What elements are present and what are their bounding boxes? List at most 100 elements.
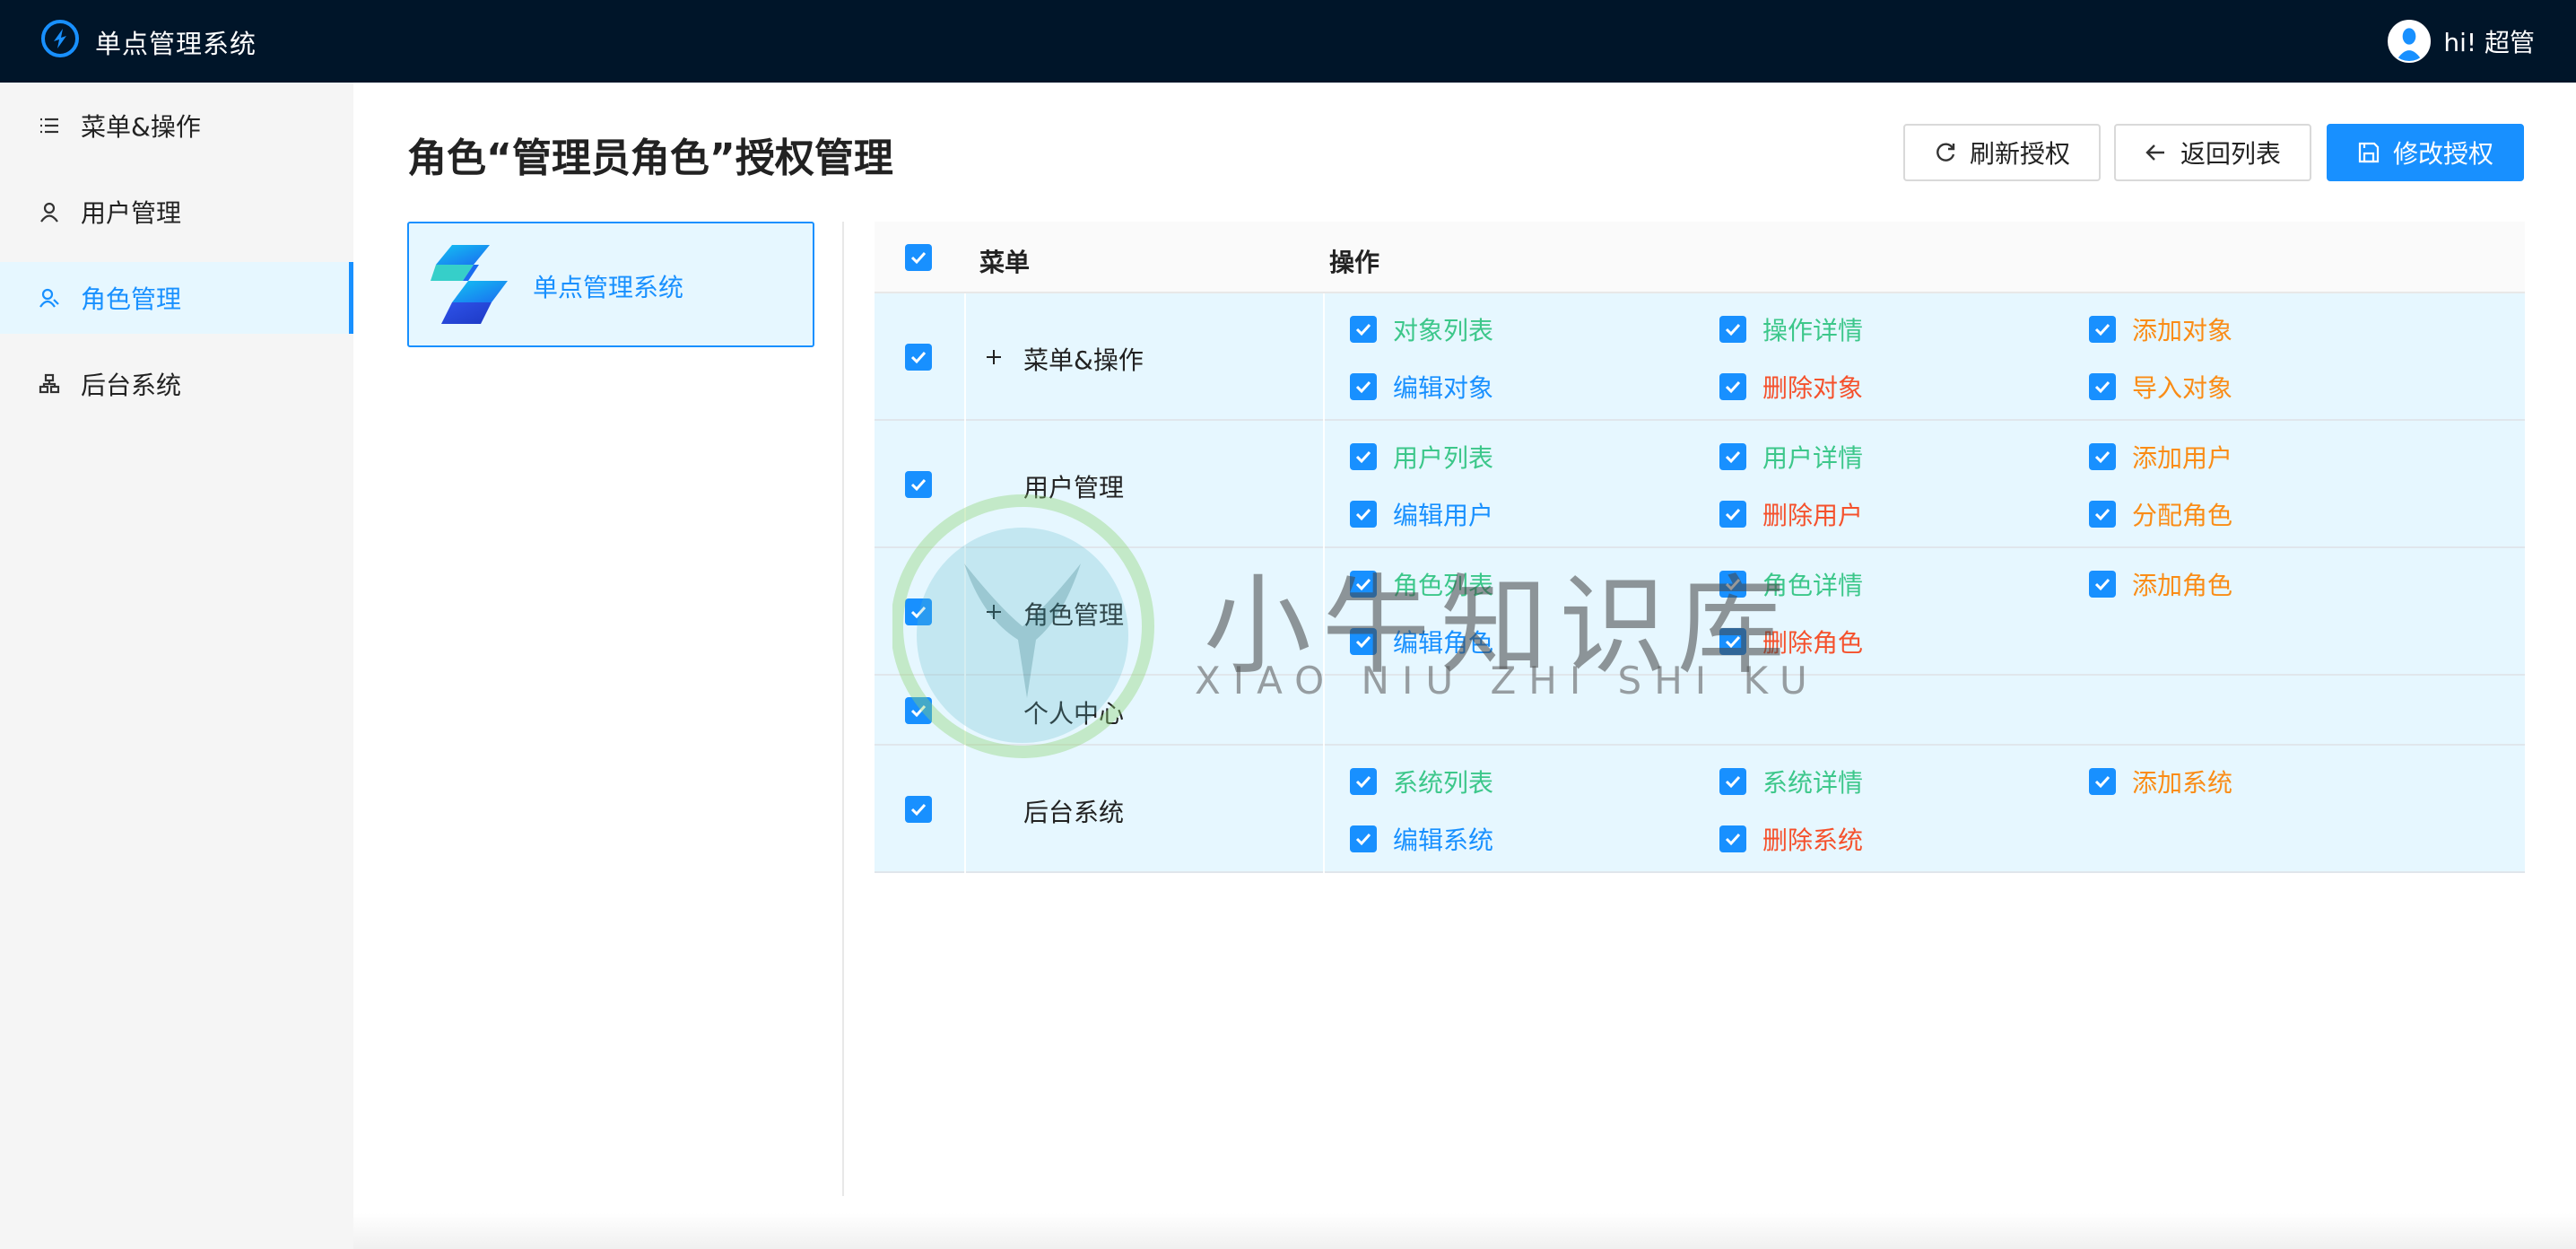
save-auth-button[interactable]: 修改授权 (2327, 124, 2524, 181)
vertical-divider (842, 222, 844, 1196)
operation-label: 操作详情 (1762, 316, 1864, 345)
sidebar-item-label: 菜单&操作 (81, 112, 201, 142)
header-ops: 操作 (1329, 248, 1380, 277)
check-icon (2094, 578, 2110, 591)
sidebar-item-menu-ops[interactable]: 菜单&操作 (0, 90, 353, 162)
back-to-list-button[interactable]: 返回列表 (2114, 124, 2311, 181)
system-card[interactable]: 单点管理系统 (407, 222, 814, 347)
check-icon (1355, 833, 1371, 846)
sidebar-item-label: 后台系统 (81, 371, 182, 400)
save-icon (2358, 142, 2380, 163)
operation-checkbox[interactable]: 系统详情 (1719, 765, 1863, 798)
op-checkbox[interactable] (2089, 768, 2116, 795)
check-icon (1725, 775, 1741, 789)
operation-checkbox[interactable]: 添加用户 (2089, 441, 2232, 473)
op-checkbox[interactable] (1350, 501, 1377, 528)
row-checkbox[interactable] (905, 471, 932, 498)
operation-checkbox[interactable]: 删除对象 (1719, 371, 1863, 403)
page-title: 角色“管理员角色”授权管理 (407, 135, 893, 181)
check-icon (1725, 833, 1741, 846)
user-icon (38, 200, 61, 223)
op-checkbox[interactable] (1350, 768, 1377, 795)
operation-checkbox[interactable]: 用户列表 (1350, 441, 1493, 473)
expand-icon[interactable] (984, 347, 1004, 367)
check-icon (1355, 450, 1371, 464)
check-icon (1725, 380, 1741, 394)
operation-checkbox[interactable]: 添加对象 (2089, 313, 2232, 345)
operation-checkbox[interactable]: 删除用户 (1719, 498, 1863, 530)
list-icon (38, 114, 61, 137)
check-icon (2094, 323, 2110, 336)
operation-label: 删除用户 (1762, 501, 1864, 530)
row-checkbox[interactable] (905, 344, 932, 371)
column-separator (964, 746, 966, 873)
select-all-checkbox[interactable] (905, 244, 932, 271)
operation-label: 添加用户 (2132, 443, 2233, 473)
back-to-list-label: 返回列表 (2180, 139, 2281, 169)
menu-name: 角色管理 (1023, 600, 1125, 630)
refresh-auth-button[interactable]: 刷新授权 (1903, 124, 2101, 181)
row-checkbox[interactable] (905, 697, 932, 724)
sidebar-item-users[interactable]: 用户管理 (0, 176, 353, 248)
row-checkbox[interactable] (905, 796, 932, 823)
operation-label: 添加角色 (2132, 571, 2233, 600)
op-checkbox[interactable] (2089, 316, 2116, 343)
table-row: 菜单&操作 对象列表 操作详情 添加对象 编辑对象 删除对象 导入对象 (875, 293, 2525, 421)
user-greeting[interactable]: hi! 超管 (2443, 23, 2535, 59)
operation-checkbox[interactable]: 编辑系统 (1350, 823, 1493, 855)
op-checkbox[interactable] (1719, 443, 1746, 470)
cluster-icon (38, 372, 61, 396)
row-checkbox[interactable] (905, 598, 932, 625)
operation-checkbox[interactable]: 分配角色 (2089, 498, 2232, 530)
app-logo-icon (41, 20, 79, 57)
operation-checkbox[interactable]: 用户详情 (1719, 441, 1863, 473)
op-checkbox[interactable] (2089, 571, 2116, 598)
operation-label: 系统列表 (1393, 768, 1494, 798)
table-header: 菜单 操作 (875, 222, 2525, 293)
operation-label: 编辑对象 (1393, 373, 1494, 403)
column-separator (1323, 746, 1325, 873)
op-checkbox[interactable] (2089, 501, 2116, 528)
sidebar-item-roles[interactable]: 角色管理 (0, 262, 353, 334)
check-icon (910, 704, 927, 718)
op-checkbox[interactable] (1350, 373, 1377, 400)
check-icon (2094, 380, 2110, 394)
operation-checkbox[interactable]: 导入对象 (2089, 371, 2232, 403)
operation-checkbox[interactable]: 添加系统 (2089, 765, 2232, 798)
expand-icon[interactable] (984, 602, 1004, 622)
op-checkbox[interactable] (1719, 501, 1746, 528)
op-checkbox[interactable] (1719, 825, 1746, 852)
refresh-icon (1936, 143, 1955, 162)
op-checkbox[interactable] (1719, 373, 1746, 400)
check-icon (910, 251, 927, 265)
op-checkbox[interactable] (2089, 443, 2116, 470)
operation-checkbox[interactable]: 操作详情 (1719, 313, 1863, 345)
user-menu[interactable]: hi! 超管 (2388, 20, 2535, 63)
operation-label: 编辑系统 (1393, 825, 1494, 855)
op-checkbox[interactable] (1719, 768, 1746, 795)
operation-checkbox[interactable]: 删除系统 (1719, 823, 1863, 855)
op-checkbox[interactable] (2089, 373, 2116, 400)
op-checkbox[interactable] (1350, 825, 1377, 852)
column-separator (1323, 421, 1325, 548)
operation-checkbox[interactable]: 系统列表 (1350, 765, 1493, 798)
operation-checkbox[interactable]: 编辑用户 (1350, 498, 1493, 530)
operation-label: 分配角色 (2132, 501, 2233, 530)
watermark-subtitle: XIAO NIU ZHI SHI KU (1195, 659, 1820, 703)
operation-checkbox[interactable]: 对象列表 (1350, 313, 1493, 345)
op-checkbox[interactable] (1350, 443, 1377, 470)
operation-label: 用户列表 (1393, 443, 1494, 473)
operation-checkbox[interactable]: 添加角色 (2089, 568, 2232, 600)
check-icon (1355, 775, 1371, 789)
operation-checkbox[interactable]: 编辑对象 (1350, 371, 1493, 403)
operation-label: 添加系统 (2132, 768, 2233, 798)
sidebar-item-backend[interactable]: 后台系统 (0, 348, 353, 420)
check-icon (1355, 508, 1371, 521)
check-icon (1355, 323, 1371, 336)
check-icon (2094, 450, 2110, 464)
avatar[interactable] (2388, 20, 2432, 63)
op-checkbox[interactable] (1719, 316, 1746, 343)
check-icon (910, 803, 927, 817)
check-icon (2094, 508, 2110, 521)
op-checkbox[interactable] (1350, 316, 1377, 343)
